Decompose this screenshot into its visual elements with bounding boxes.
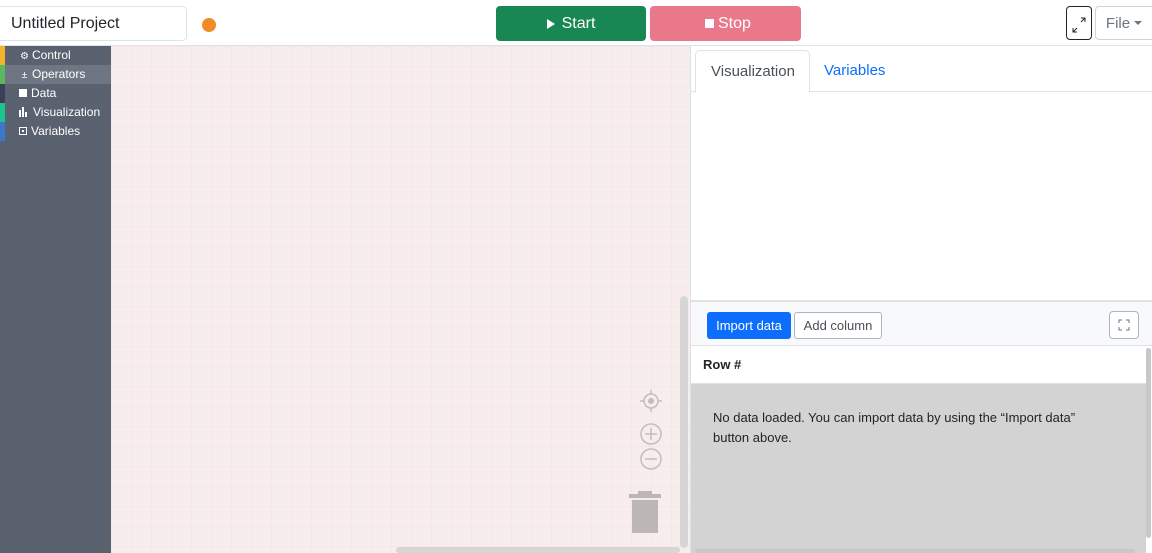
- stop-button[interactable]: Stop: [650, 6, 801, 41]
- tab-variables[interactable]: Variables: [809, 50, 900, 93]
- toolbox-category-operators[interactable]: ± Operators: [0, 65, 111, 84]
- visualization-area: [691, 93, 1152, 300]
- row-number-column-header: Row #: [703, 357, 742, 372]
- category-color-stripe: [0, 65, 5, 84]
- import-data-button[interactable]: Import data: [707, 312, 791, 339]
- table-vertical-scrollbar[interactable]: [1146, 348, 1151, 538]
- start-label: Start: [561, 14, 596, 32]
- project-name-input[interactable]: [0, 6, 187, 41]
- box-icon: [19, 127, 27, 135]
- tab-label: Visualization: [711, 63, 795, 80]
- square-icon: [19, 89, 27, 97]
- gear-icon: ⚙: [20, 51, 29, 62]
- category-label: Operators: [32, 67, 86, 81]
- category-label: Variables: [31, 124, 81, 138]
- trash-icon[interactable]: [629, 491, 661, 533]
- top-bar: Start Stop File: [0, 0, 1152, 46]
- toolbox-category-variables[interactable]: Variables: [0, 122, 111, 141]
- workspace-vertical-scrollbar[interactable]: [680, 296, 688, 548]
- add-column-button[interactable]: Add column: [794, 312, 882, 339]
- data-table-body: No data loaded. You can import data by u…: [691, 384, 1146, 553]
- block-toolbox: ⚙ Control ± Operators Data Visualization V…: [0, 46, 111, 553]
- stop-icon: [705, 19, 714, 28]
- bar-chart-icon: [19, 107, 27, 117]
- tab-visualization[interactable]: Visualization: [695, 50, 810, 93]
- expand-button[interactable]: [1066, 6, 1092, 40]
- start-button[interactable]: Start: [496, 6, 646, 41]
- workspace-horizontal-scrollbar[interactable]: [396, 547, 680, 553]
- panel-tabs: Visualization Variables: [691, 46, 1152, 93]
- chevron-down-icon: [1134, 21, 1143, 25]
- play-icon: [546, 18, 555, 29]
- category-label: Data: [31, 86, 57, 100]
- category-color-stripe: [0, 46, 5, 65]
- table-horizontal-scrollbar[interactable]: [695, 549, 1135, 553]
- toolbox-category-visualization[interactable]: Visualization: [0, 103, 111, 122]
- file-label: File: [1105, 14, 1131, 32]
- toolbox-category-control[interactable]: ⚙ Control: [0, 46, 111, 65]
- data-table-header: Row #: [691, 346, 1146, 384]
- block-workspace[interactable]: [111, 46, 690, 553]
- category-color-stripe: [0, 103, 5, 122]
- recenter-icon[interactable]: [640, 390, 662, 412]
- empty-data-message: No data loaded. You can import data by u…: [713, 410, 1076, 445]
- category-label: Control: [32, 48, 71, 62]
- fullscreen-icon: [1118, 319, 1130, 331]
- zoom-out-icon[interactable]: [640, 448, 662, 470]
- tab-label: Variables: [824, 62, 886, 79]
- right-panel: Visualization Variables Import data Add …: [690, 46, 1152, 553]
- plus-minus-icon: ±: [21, 70, 28, 81]
- category-color-stripe: [0, 122, 5, 141]
- connection-status-indicator: [202, 18, 216, 32]
- category-label: Visualization: [33, 105, 101, 119]
- fullscreen-button[interactable]: [1109, 311, 1139, 339]
- data-toolbar: Import data Add column: [691, 302, 1152, 346]
- zoom-in-icon[interactable]: [640, 423, 662, 445]
- toolbox-category-data[interactable]: Data: [0, 84, 111, 103]
- file-menu-button[interactable]: File: [1095, 6, 1152, 40]
- category-color-stripe: [0, 84, 5, 103]
- expand-icon: [1072, 17, 1086, 33]
- stop-label: Stop: [718, 14, 751, 32]
